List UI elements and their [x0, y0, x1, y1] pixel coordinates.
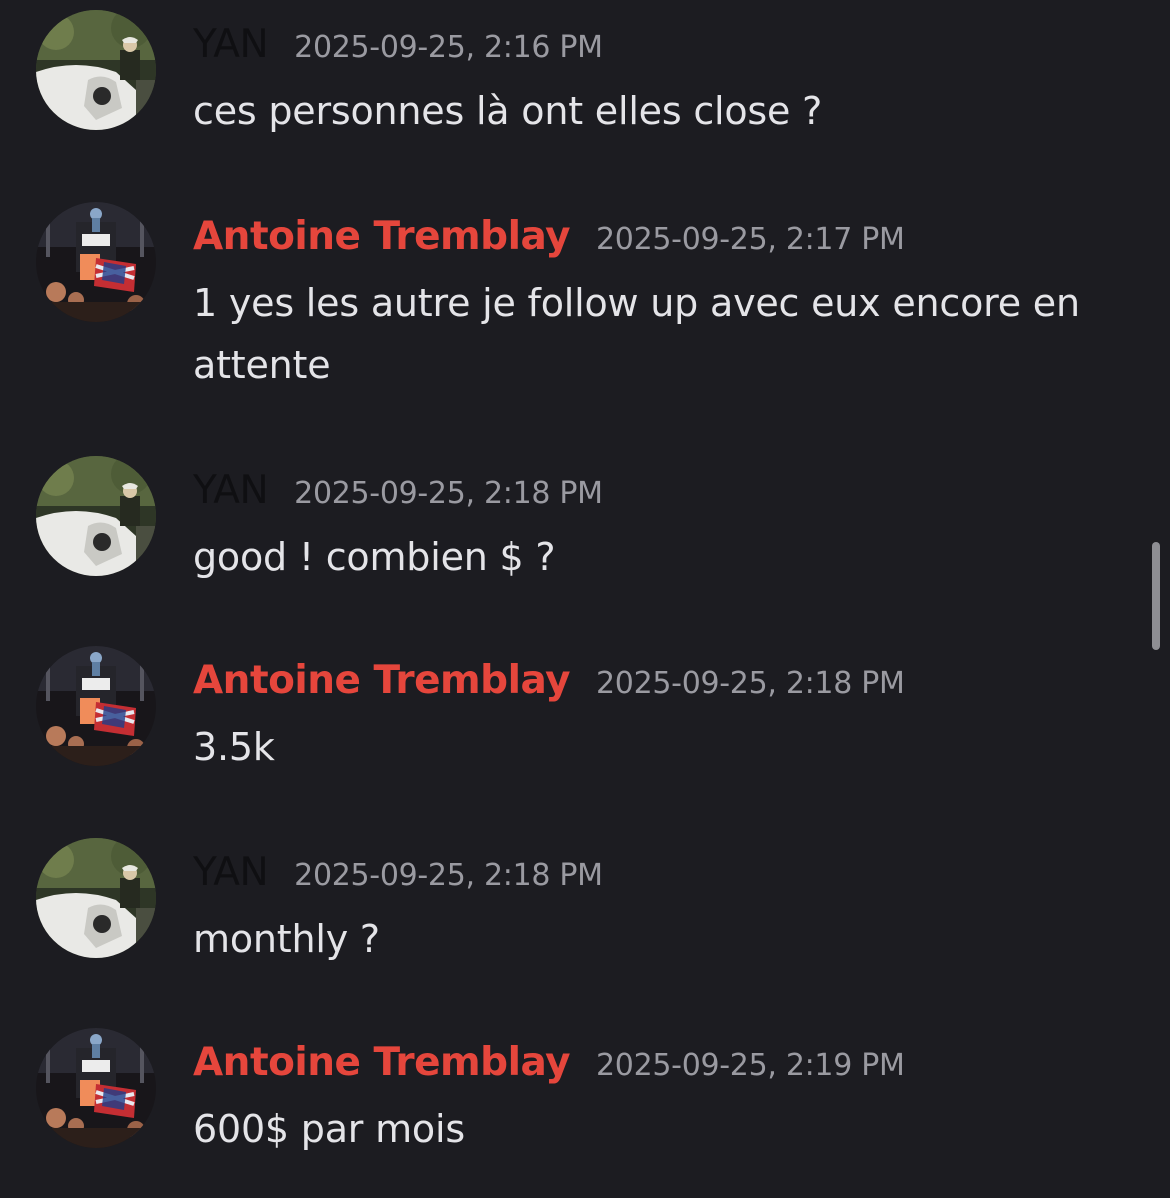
avatar[interactable]	[36, 838, 156, 958]
message-header: YAN 2025-09-25, 2:16 PM	[193, 22, 603, 67]
avatar[interactable]	[36, 646, 156, 766]
scrollbar[interactable]	[1152, 542, 1160, 650]
message-text: 1 yes les autre je follow up avec eux en…	[193, 281, 1080, 387]
author-name[interactable]: YAN	[193, 22, 269, 67]
message-header: YAN 2025-09-25, 2:18 PM	[193, 850, 603, 895]
message-text: good ! combien $ ?	[193, 535, 556, 579]
author-name[interactable]: Antoine Tremblay	[193, 1040, 571, 1085]
message-text: 3.5k	[193, 725, 275, 769]
author-name[interactable]: YAN	[193, 468, 269, 513]
message-header: Antoine Tremblay 2025-09-25, 2:17 PM	[193, 214, 905, 259]
timestamp: 2025-09-25, 2:17 PM	[596, 222, 905, 257]
message-text: monthly ?	[193, 917, 380, 961]
author-name[interactable]: YAN	[193, 850, 269, 895]
message-text: 600$ par mois	[193, 1107, 465, 1151]
message-header: Antoine Tremblay 2025-09-25, 2:19 PM	[193, 1040, 905, 1085]
message-text: ces personnes là ont elles close ?	[193, 89, 823, 133]
avatar[interactable]	[36, 202, 156, 322]
avatar[interactable]	[36, 1028, 156, 1148]
timestamp: 2025-09-25, 2:18 PM	[596, 666, 905, 701]
timestamp: 2025-09-25, 2:18 PM	[294, 858, 603, 893]
author-name[interactable]: Antoine Tremblay	[193, 214, 571, 259]
author-name[interactable]: Antoine Tremblay	[193, 658, 571, 703]
chat-message-list: YAN 2025-09-25, 2:16 PM ces personnes là…	[0, 0, 1170, 1198]
avatar[interactable]	[36, 10, 156, 130]
timestamp: 2025-09-25, 2:18 PM	[294, 476, 603, 511]
timestamp: 2025-09-25, 2:19 PM	[596, 1048, 905, 1083]
message-header: Antoine Tremblay 2025-09-25, 2:18 PM	[193, 658, 905, 703]
avatar[interactable]	[36, 456, 156, 576]
timestamp: 2025-09-25, 2:16 PM	[294, 30, 603, 65]
message-header: YAN 2025-09-25, 2:18 PM	[193, 468, 603, 513]
